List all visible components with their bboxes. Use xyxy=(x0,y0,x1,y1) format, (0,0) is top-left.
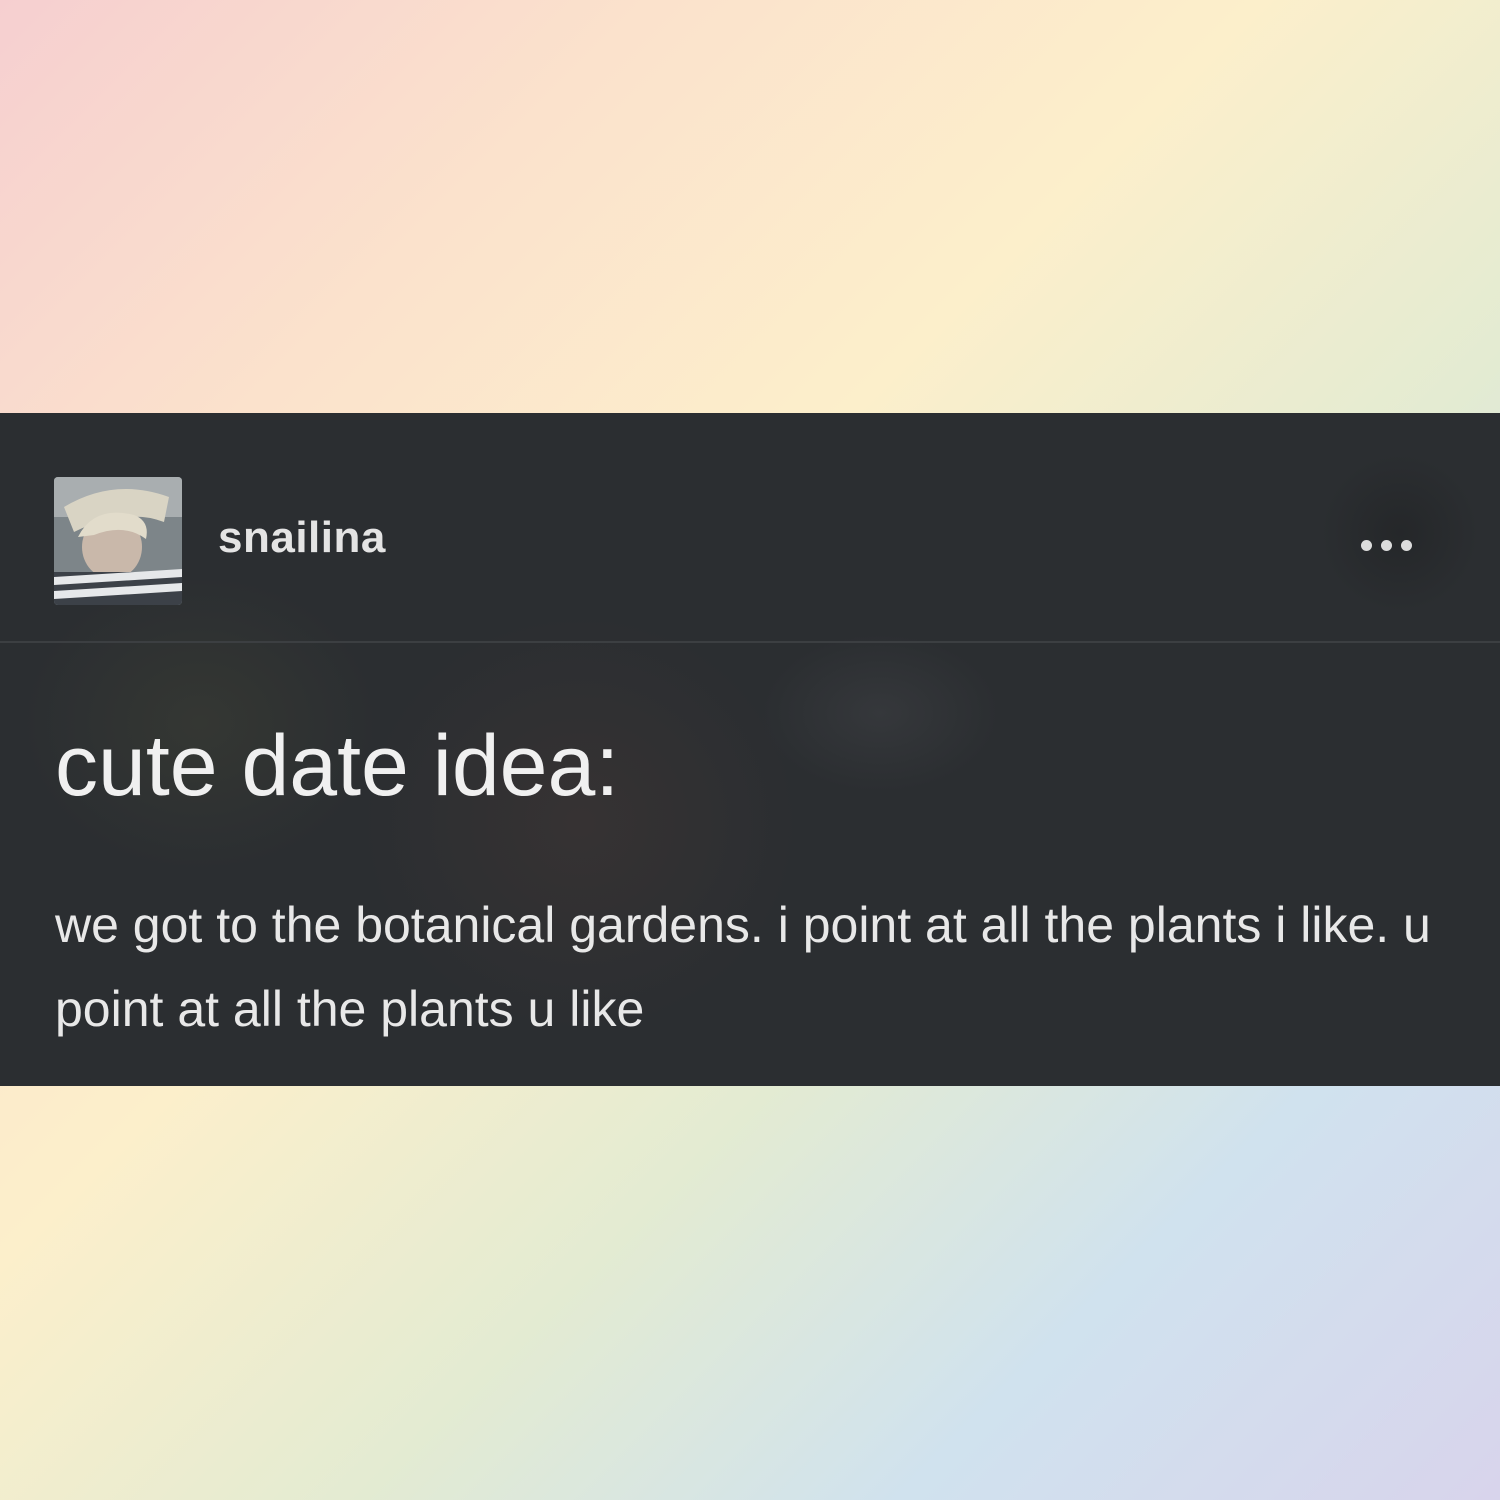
post-card: snailina cute date idea: we got to the b… xyxy=(0,413,1500,1086)
post-title: cute date idea: xyxy=(55,718,620,814)
ellipsis-dot xyxy=(1380,539,1392,551)
post-body: we got to the botanical gardens. i point… xyxy=(55,897,1431,1037)
header-divider xyxy=(0,641,1500,643)
ellipsis-dot xyxy=(1400,539,1412,551)
avatar[interactable] xyxy=(54,477,182,605)
ellipsis-horizontal-icon xyxy=(1360,539,1372,551)
background-illustration-cloud xyxy=(760,633,1000,793)
avatar-image xyxy=(54,477,182,605)
username[interactable]: snailina xyxy=(218,513,386,563)
post-header: snailina xyxy=(0,413,1500,641)
more-options-button[interactable] xyxy=(1346,523,1426,567)
